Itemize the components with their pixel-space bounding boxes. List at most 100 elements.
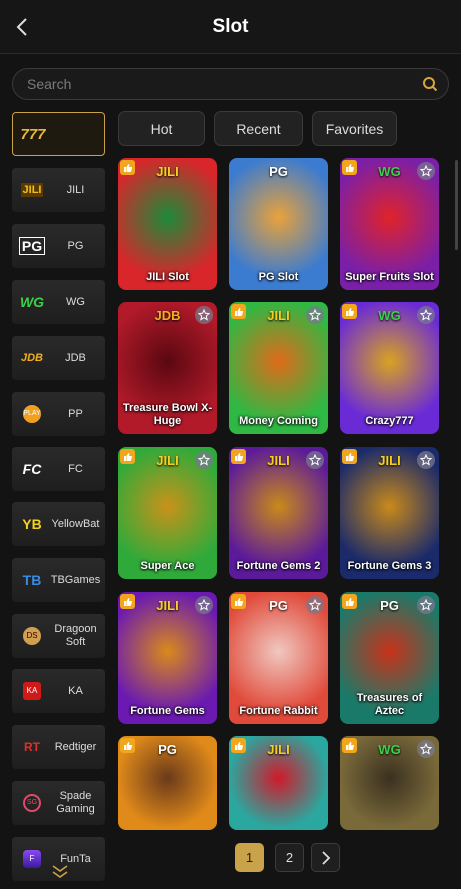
- provider-logo-icon: RT: [24, 740, 40, 754]
- favorite-star-icon[interactable]: [306, 596, 324, 614]
- game-title: Fortune Gems: [130, 705, 205, 717]
- favorite-star-icon[interactable]: [417, 306, 435, 324]
- provider-logo-icon: FC: [22, 461, 42, 477]
- tab-recent[interactable]: Recent: [214, 111, 303, 146]
- sidebar-item-jdb[interactable]: JDB JDB: [12, 336, 105, 380]
- sidebar-item-tbgames[interactable]: TB TBGames: [12, 558, 105, 602]
- sidebar-item-label: FC: [68, 462, 83, 475]
- game-title: Fortune Gems 2: [236, 560, 321, 572]
- provider-logo-icon: JILI: [20, 183, 44, 197]
- sidebar-item-fc[interactable]: FC FC: [12, 447, 105, 491]
- game-title: PG Slot: [258, 271, 299, 283]
- provider-logo-icon: 777: [20, 125, 46, 143]
- sidebar-item-pg[interactable]: PG PG: [12, 224, 105, 268]
- game-tile[interactable]: PG Treasures of Aztec: [340, 592, 439, 724]
- favorite-star-icon[interactable]: [417, 162, 435, 180]
- favorite-star-icon[interactable]: [417, 451, 435, 469]
- game-title: Fortune Rabbit: [239, 705, 318, 717]
- provider-logo-icon: KA: [16, 679, 48, 703]
- favorite-star-icon[interactable]: [195, 306, 213, 324]
- game-title: Treasures of Aztec: [356, 692, 423, 717]
- thumbs-up-icon: [120, 594, 135, 609]
- favorite-star-icon[interactable]: [417, 740, 435, 758]
- provider-logo-icon: PG: [16, 234, 48, 258]
- search-icon[interactable]: [422, 76, 438, 92]
- sidebar-item-label: Dragoon Soft: [54, 623, 97, 648]
- search-input[interactable]: [27, 69, 407, 99]
- sidebar-item-redtiger[interactable]: RT Redtiger: [12, 725, 105, 769]
- sidebar-item-label: WG: [66, 295, 85, 308]
- tab-hot[interactable]: Hot: [118, 111, 205, 146]
- sidebar-item-all[interactable]: 777: [12, 112, 105, 156]
- sidebar-item-label: JILI: [66, 183, 85, 196]
- game-tile[interactable]: JILI Fortune Gems 3: [340, 447, 439, 579]
- game-title: Super Fruits Slot: [345, 271, 434, 283]
- sidebar-item-label: YellowBat: [51, 517, 100, 530]
- game-tile[interactable]: PG: [118, 736, 217, 830]
- page-1-button[interactable]: 1: [235, 843, 264, 872]
- thumbs-up-icon: [231, 449, 246, 464]
- favorite-star-icon[interactable]: [195, 451, 213, 469]
- game-tile[interactable]: JILI Money Coming: [229, 302, 328, 434]
- game-tile[interactable]: JILI JILI Slot: [118, 158, 217, 290]
- search-box[interactable]: [12, 68, 449, 100]
- scrollbar[interactable]: [455, 160, 458, 250]
- game-tile[interactable]: WG Crazy777: [340, 302, 439, 434]
- thumbs-up-icon: [231, 304, 246, 319]
- game-tile[interactable]: JILI Fortune Gems: [118, 592, 217, 724]
- game-title: JILI Slot: [146, 271, 189, 283]
- provider-logo-icon: DS: [16, 624, 48, 648]
- sidebar-item-label: KA: [68, 684, 83, 697]
- game-tile[interactable]: WG Super Fruits Slot: [340, 158, 439, 290]
- header-bar: Slot: [0, 0, 461, 54]
- sidebar-item-label: PP: [68, 407, 83, 420]
- thumbs-up-icon: [342, 594, 357, 609]
- sidebar-item-spade-gaming[interactable]: SG Spade Gaming: [12, 781, 105, 825]
- sidebar-item-dragoon-soft[interactable]: DS Dragoon Soft: [12, 614, 105, 658]
- sidebar-item-wg[interactable]: WG WG: [12, 280, 105, 324]
- next-page-button[interactable]: [311, 843, 340, 872]
- provider-logo-icon: PLAY: [16, 402, 48, 426]
- game-tile[interactable]: JILI Fortune Gems 2: [229, 447, 328, 579]
- favorite-star-icon[interactable]: [306, 306, 324, 324]
- provider-logo-icon: F: [16, 847, 48, 871]
- page-title: Slot: [212, 16, 249, 37]
- thumbs-up-icon: [120, 738, 135, 753]
- provider-logo-icon: JDB: [20, 352, 43, 364]
- favorite-star-icon[interactable]: [417, 596, 435, 614]
- sidebar-item-jili[interactable]: JILI JILI: [12, 168, 105, 212]
- sidebar-item-ka[interactable]: KA KA: [12, 669, 105, 713]
- game-tile[interactable]: JDB Treasure Bowl X-Huge: [118, 302, 217, 434]
- thumbs-up-icon: [342, 449, 357, 464]
- sidebar-item-label: JDB: [65, 351, 86, 364]
- favorite-star-icon[interactable]: [306, 451, 324, 469]
- game-tile[interactable]: WG: [340, 736, 439, 830]
- favorite-star-icon[interactable]: [195, 596, 213, 614]
- provider-logo-icon: WG: [19, 294, 45, 310]
- provider-logo-icon: TB: [22, 572, 42, 588]
- sidebar-item-label: TBGames: [50, 573, 101, 586]
- game-title: Super Ace: [140, 560, 195, 572]
- game-tile[interactable]: JILI: [229, 736, 328, 830]
- tab-favorites[interactable]: Favorites: [312, 111, 397, 146]
- scroll-down-chevron-icon[interactable]: [50, 864, 70, 880]
- sidebar-item-label: PG: [67, 239, 84, 252]
- thumbs-up-icon: [120, 449, 135, 464]
- provider-logo-icon: SG: [16, 791, 48, 815]
- chevron-right-icon: [321, 851, 330, 865]
- thumbs-up-icon: [231, 594, 246, 609]
- thumbs-up-icon: [120, 160, 135, 175]
- thumbs-up-icon: [342, 738, 357, 753]
- game-title: Money Coming: [239, 415, 318, 427]
- thumbs-up-icon: [342, 160, 357, 175]
- game-provider-logo: PG: [269, 164, 288, 179]
- game-tile[interactable]: PG Fortune Rabbit: [229, 592, 328, 724]
- game-tile[interactable]: JILI Super Ace: [118, 447, 217, 579]
- sidebar-item-pp[interactable]: PLAY PP: [12, 392, 105, 436]
- game-title: Crazy777: [365, 415, 414, 427]
- sidebar-item-yellowbat[interactable]: YB YellowBat: [12, 502, 105, 546]
- thumbs-up-icon: [342, 304, 357, 319]
- provider-logo-icon: YB: [22, 516, 42, 532]
- game-tile[interactable]: PG PG Slot: [229, 158, 328, 290]
- page-2-button[interactable]: 2: [275, 843, 304, 872]
